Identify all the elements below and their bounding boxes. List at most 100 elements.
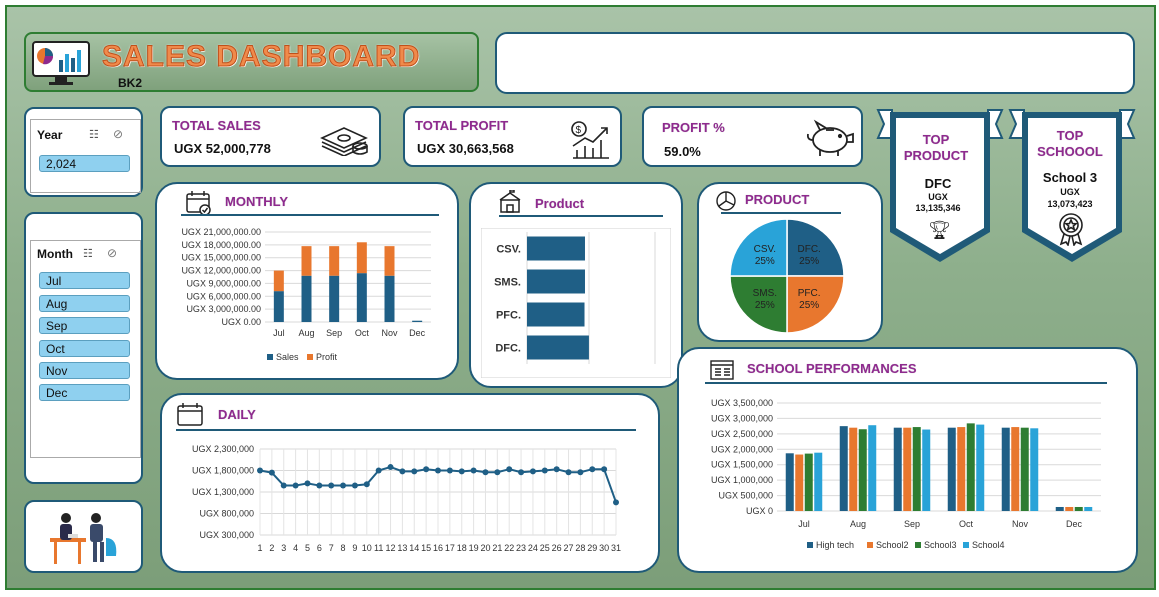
x-tick-label: Aug (850, 519, 866, 529)
slicer-item-year[interactable]: 2,024 (39, 155, 130, 172)
bar-profit (384, 246, 395, 276)
product-pie-chart: DFC.25%PFC.25%SMS.25%CSV.25% (729, 218, 845, 334)
y-tick-label: UGX 9,000,000.00 (186, 278, 261, 288)
school-bar (1084, 506, 1093, 511)
daily-point (387, 464, 394, 471)
daily-point (423, 466, 430, 473)
category-label: SMS. (494, 277, 521, 289)
kpi-total-sales: TOTAL SALES UGX 52,000,778 (160, 106, 381, 167)
bar-profit (301, 246, 312, 276)
year-slicer-card: Year ☷ ⊘ 2,024 (24, 107, 143, 197)
school-bar (1055, 506, 1064, 511)
x-tick-label: Nov (1012, 519, 1029, 529)
top-product-name: DFC (924, 176, 952, 191)
slicer-item-aug[interactable]: Aug (39, 295, 130, 312)
school-bar (1001, 427, 1010, 511)
section-underline (181, 214, 439, 216)
daily-point (518, 469, 525, 476)
multi-select-icon[interactable]: ☷ (89, 128, 99, 141)
x-tick-label: 24 (528, 543, 538, 553)
slice-label: SMS. (753, 288, 777, 299)
slicer-item-sep[interactable]: Sep (39, 317, 130, 334)
x-tick-label: 16 (433, 543, 443, 553)
product-bar (527, 236, 585, 261)
award-medal-icon (1059, 213, 1083, 246)
daily-point (446, 467, 453, 474)
school-bar (957, 427, 966, 511)
daily-point (506, 466, 513, 473)
x-tick-label: 21 (492, 543, 502, 553)
section-underline (499, 215, 663, 217)
x-tick-label: 25 (540, 543, 550, 553)
school-bar (903, 427, 912, 511)
school-bar (966, 423, 975, 511)
top-product-title-line1: TOP (922, 132, 950, 147)
y-tick-label: UGX 2,300,000 (192, 444, 254, 454)
legend-label: School3 (924, 540, 957, 550)
school-bar (1011, 427, 1020, 511)
daily-chart-card: DAILY UGX 2,300,000 UGX 1,800,000 UGX 1,30… (160, 393, 660, 573)
x-tick-label: 2 (269, 543, 274, 553)
section-underline (176, 429, 636, 431)
pie-chart-icon (716, 191, 736, 211)
x-tick-label: 6 (317, 543, 322, 553)
slicer-item-dec[interactable]: Dec (39, 384, 130, 401)
slicer-item-jul[interactable]: Jul (39, 272, 130, 289)
daily-point (553, 466, 560, 473)
x-tick-label: 28 (575, 543, 585, 553)
y-tick-label: UGX 1,000,000 (711, 475, 773, 485)
school-bar (1030, 428, 1039, 511)
kpi-value: UGX 52,000,778 (174, 141, 271, 156)
slicer-item-nov[interactable]: Nov (39, 362, 130, 379)
header-blank-panel (495, 32, 1135, 94)
slicer-item-oct[interactable]: Oct (39, 340, 130, 357)
y-tick-label: UGX 15,000,000.00 (181, 253, 261, 263)
money-stack-icon (320, 127, 368, 156)
slice-percent: 25% (799, 256, 819, 267)
daily-point (589, 466, 596, 473)
daily-point (351, 482, 358, 489)
x-tick-label: Nov (381, 328, 398, 338)
school-bar (858, 429, 867, 511)
daily-point (458, 468, 465, 475)
daily-point (292, 482, 299, 489)
x-tick-label: Sep (904, 519, 920, 529)
daily-point (340, 482, 347, 489)
y-tick-label: UGX 1,300,000 (192, 487, 254, 497)
clear-filter-icon[interactable]: ⊘ (107, 246, 117, 260)
top-product-title-line2: PRODUCT (903, 148, 969, 163)
y-tick-label: UGX 0 (746, 506, 773, 516)
x-tick-label: 30 (599, 543, 609, 553)
school-bar (947, 427, 956, 511)
year-slicer-title: Year (37, 128, 63, 142)
daily-point (494, 469, 501, 476)
school-bar (814, 452, 823, 511)
y-tick-label: UGX 2,000,000 (711, 444, 773, 454)
x-tick-label: 23 (516, 543, 526, 553)
school-bar (922, 429, 931, 511)
y-tick-label: UGX 1,500,000 (711, 460, 773, 470)
clear-filter-icon[interactable]: ⊘ (113, 127, 123, 141)
school-performance-card: SCHOOL PERFORMANCES UGX 3,500,000 UGX 3,0… (677, 347, 1138, 573)
year-slicer: Year ☷ ⊘ 2,024 (30, 119, 141, 193)
school-performance-chart: UGX 3,500,000 UGX 3,000,000 UGX 2,500,000 U… (711, 398, 1101, 550)
bar-sales (301, 275, 312, 322)
multi-select-icon[interactable]: ☷ (83, 247, 93, 260)
x-tick-label: 5 (305, 543, 310, 553)
x-tick-label: 10 (362, 543, 372, 553)
y-tick-label: UGX 500,000 (718, 491, 773, 501)
monthly-section-title: MONTHLY (225, 194, 289, 209)
x-tick-label: 1 (257, 543, 262, 553)
y-tick-label: UGX 3,000,000.00 (186, 304, 261, 314)
y-tick-label: UGX 12,000,000.00 (181, 266, 261, 276)
legend-swatch (267, 354, 273, 360)
bar-sales (273, 291, 284, 322)
x-tick-label: 9 (352, 543, 357, 553)
top-product-currency: UGX (928, 192, 948, 202)
section-underline (705, 382, 1107, 384)
x-tick-label: Dec (1066, 519, 1083, 529)
legend-swatch (807, 542, 813, 548)
calendar-icon (177, 403, 203, 426)
kpi-total-profit: TOTAL PROFIT UGX 30,663,568 $ (403, 106, 622, 167)
school-bar (849, 427, 858, 511)
